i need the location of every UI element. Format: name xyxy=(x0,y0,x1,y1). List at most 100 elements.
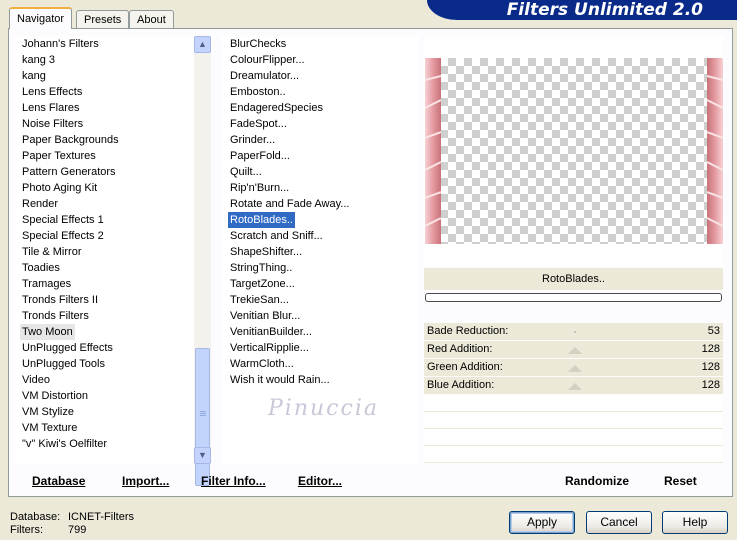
reset-button[interactable]: Reset xyxy=(664,473,697,489)
list-item[interactable]: Johann's Filters xyxy=(20,36,101,52)
list-item[interactable]: Render xyxy=(20,196,60,212)
list-item[interactable]: Pattern Generators xyxy=(20,164,118,180)
import-button-label: Import... xyxy=(122,474,170,488)
param-empty-slot xyxy=(424,395,723,412)
list-item[interactable]: Rotate and Fade Away... xyxy=(228,196,351,212)
database-button-label: Database xyxy=(32,474,86,488)
list-item[interactable]: Emboston.. xyxy=(228,84,288,100)
list-item[interactable]: "v" Kiwi's Oelfilter xyxy=(20,436,109,452)
param-label: Green Addition: xyxy=(427,361,503,373)
tab-navigator[interactable]: Navigator xyxy=(9,7,73,29)
list-item[interactable]: Scratch and Sniff... xyxy=(228,228,325,244)
scroll-down-arrow-icon[interactable]: ▼ xyxy=(194,447,211,464)
param-empty-slot xyxy=(424,429,723,446)
scrollbar-thumb[interactable] xyxy=(195,348,210,486)
param-blue-addition[interactable]: Blue Addition: 128 xyxy=(424,377,723,394)
list-item[interactable]: Paper Backgrounds xyxy=(20,132,121,148)
grip-line xyxy=(200,415,206,416)
list-item[interactable]: VerticalRipplie... xyxy=(228,340,311,356)
list-item[interactable]: VM Texture xyxy=(20,420,79,436)
list-item[interactable]: Tile & Mirror xyxy=(20,244,83,260)
filter-info-button[interactable]: Filter Info... xyxy=(201,473,266,489)
app-title-banner: Filters Unlimited 2.0 xyxy=(427,0,737,20)
list-item[interactable]: UnPlugged Tools xyxy=(20,356,107,372)
list-item[interactable]: TrekieSan... xyxy=(228,292,291,308)
list-item[interactable]: Photo Aging Kit xyxy=(20,180,99,196)
list-item[interactable]: Dreamulator... xyxy=(228,68,301,84)
list-item[interactable]: ShapeShifter... xyxy=(228,244,304,260)
editor-button[interactable]: Editor... xyxy=(298,473,342,489)
param-label: Bade Reduction: xyxy=(427,325,509,337)
param-label: Red Addition: xyxy=(427,343,493,355)
list-item[interactable]: Special Effects 2 xyxy=(20,228,106,244)
list-item[interactable]: StringThing.. xyxy=(228,260,294,276)
param-green-addition[interactable]: Green Addition: 128 xyxy=(424,359,723,376)
param-value: 128 xyxy=(701,343,720,355)
progress-bar xyxy=(425,293,722,302)
list-item[interactable]: ColourFlipper... xyxy=(228,52,307,68)
list-item[interactable]: Tronds Filters II xyxy=(20,292,100,308)
list-item[interactable]: Noise Filters xyxy=(20,116,85,132)
slider-thumb[interactable] xyxy=(568,383,582,390)
tab-presets[interactable]: Presets xyxy=(76,10,130,28)
list-item[interactable]: PaperFold... xyxy=(228,148,292,164)
status-filters-label: Filters: xyxy=(10,524,43,536)
status-filters: Filters: 799 xyxy=(10,524,86,537)
list-item[interactable]: RotoBlades.. xyxy=(228,212,295,228)
list-item[interactable]: VM Stylize xyxy=(20,404,76,420)
left-blade-strip xyxy=(425,58,441,244)
list-item[interactable]: Special Effects 1 xyxy=(20,212,106,228)
list-item[interactable]: kang 3 xyxy=(20,52,57,68)
list-item[interactable]: Wish it would Rain... xyxy=(228,372,332,388)
list-item[interactable]: UnPlugged Effects xyxy=(20,340,115,356)
list-item[interactable]: TargetZone... xyxy=(228,276,297,292)
list-item[interactable]: VenitianBuilder... xyxy=(228,324,314,340)
list-item[interactable]: Tronds Filters xyxy=(20,308,91,324)
list-item[interactable]: WarmCloth... xyxy=(228,356,296,372)
preview-transparency xyxy=(440,58,708,244)
editor-button-label: Editor... xyxy=(298,474,343,488)
right-blade-strip xyxy=(707,58,723,244)
list-item[interactable]: Video xyxy=(20,372,52,388)
slider-thumb[interactable] xyxy=(568,347,582,354)
list-item[interactable]: BlurChecks xyxy=(228,36,288,52)
list-item[interactable]: Lens Flares xyxy=(20,100,81,116)
category-scrollbar[interactable]: ▲ ▼ xyxy=(194,36,211,486)
list-item[interactable]: kang xyxy=(20,68,48,84)
slider-track xyxy=(574,331,576,333)
scroll-up-arrow-icon[interactable]: ▲ xyxy=(194,36,211,53)
list-item[interactable]: Two Moon xyxy=(20,324,75,340)
list-item[interactable]: Quilt... xyxy=(228,164,264,180)
help-button[interactable]: Help xyxy=(662,511,728,534)
list-item[interactable]: Grinder... xyxy=(228,132,277,148)
list-item[interactable]: FadeSpot... xyxy=(228,116,289,132)
category-list[interactable]: Johann's Filters kang 3 kang Lens Effects Le… xyxy=(14,36,194,464)
filter-info-button-label: Filter Info... xyxy=(201,474,266,488)
cancel-button[interactable]: Cancel xyxy=(586,511,652,534)
param-empty-slot xyxy=(424,412,723,429)
list-item[interactable]: Lens Effects xyxy=(20,84,84,100)
list-item[interactable]: Rip'n'Burn... xyxy=(228,180,291,196)
list-item[interactable]: Toadies xyxy=(20,260,62,276)
list-item[interactable]: Paper Textures xyxy=(20,148,98,164)
param-bade-reduction[interactable]: Bade Reduction: 53 xyxy=(424,323,723,340)
list-item[interactable]: Tramages xyxy=(20,276,73,292)
apply-button[interactable]: Apply xyxy=(509,511,575,534)
param-label: Blue Addition: xyxy=(427,379,495,391)
list-item[interactable]: Venitian Blur... xyxy=(228,308,302,324)
param-value: 128 xyxy=(701,379,720,391)
param-red-addition[interactable]: Red Addition: 128 xyxy=(424,341,723,358)
randomize-button[interactable]: Randomize xyxy=(565,473,629,489)
param-empty-slot xyxy=(424,446,723,463)
tab-about[interactable]: About xyxy=(129,10,174,28)
database-button[interactable]: Database xyxy=(32,473,85,489)
slider-thumb[interactable] xyxy=(568,365,582,372)
status-database-label: Database: xyxy=(10,511,61,523)
status-database: Database: ICNET-Filters xyxy=(10,511,134,524)
status-database-value: ICNET-Filters xyxy=(68,511,134,523)
watermark-text: Pinuccia xyxy=(268,396,379,421)
list-item[interactable]: VM Distortion xyxy=(20,388,90,404)
import-button[interactable]: Import... xyxy=(122,473,169,489)
list-item[interactable]: EndageredSpecies xyxy=(228,100,325,116)
grip-line xyxy=(200,413,206,414)
